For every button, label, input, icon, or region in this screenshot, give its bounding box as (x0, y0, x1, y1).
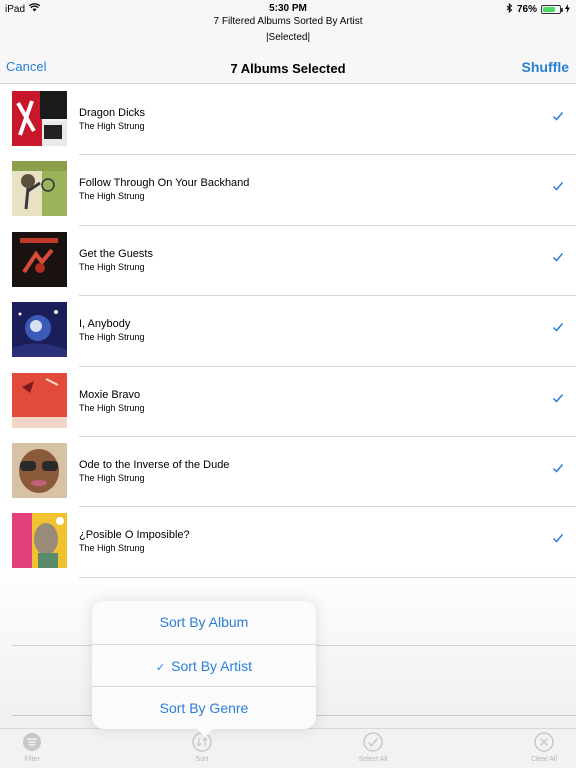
album-art (12, 513, 67, 569)
album-art (12, 231, 67, 287)
album-artist: The High Strung (79, 261, 145, 272)
charging-icon (565, 3, 570, 16)
album-row[interactable]: Moxie Bravo The High Strung (0, 367, 576, 438)
checkmark-icon (552, 321, 564, 333)
album-title: ¿Posible O Imposible? (79, 529, 190, 542)
status-right: 76% (506, 2, 570, 16)
album-artist: The High Strung (79, 191, 145, 202)
shuffle-button[interactable]: Shuffle (522, 59, 569, 75)
tab-select-all[interactable]: Select All (343, 732, 403, 763)
status-time: 5:30 PM (269, 3, 307, 14)
album-row[interactable]: Dragon Dicks The High Strung (0, 85, 576, 156)
album-artist: The High Strung (79, 402, 145, 413)
tab-label: Select All (358, 756, 388, 763)
sort-popover: Sort By Album ✓ Sort By Artist Sort By Ge… (92, 601, 316, 729)
sort-by-genre-option[interactable]: Sort By Genre (92, 686, 316, 729)
tab-label: Filter (24, 756, 40, 763)
album-row[interactable]: ¿Posible O Imposible? The High Strung (0, 507, 576, 579)
album-title: Get the Guests (79, 247, 153, 260)
album-title: Ode to the Inverse of the Dude (79, 458, 230, 471)
battery-fill (543, 7, 556, 12)
album-title: Dragon Dicks (79, 107, 146, 119)
album-artist: The High Strung (79, 121, 145, 131)
checkmark-icon (552, 110, 564, 122)
battery-percent: 76% (516, 4, 537, 15)
checkmark-circle-icon (363, 732, 383, 752)
album-art (12, 161, 67, 217)
album-list: Dragon Dicks The High Strung Follow Thro… (0, 85, 576, 579)
page-title: 7 Albums Selected (230, 61, 346, 76)
album-art (12, 442, 67, 498)
album-row[interactable]: I, Anybody The High Strung (0, 296, 576, 367)
filter-icon (23, 733, 41, 751)
album-art (12, 302, 67, 358)
album-artist: The High Strung (79, 332, 145, 343)
album-artist: The High Strung (79, 543, 145, 554)
option-label: Sort By Album (159, 614, 249, 630)
x-circle-icon (534, 732, 554, 752)
album-title: I, Anybody (79, 318, 131, 331)
bluetooth-icon (506, 2, 513, 16)
battery-icon (541, 5, 563, 14)
album-title: Follow Through On Your Backhand (79, 177, 250, 190)
checkmark-icon (552, 180, 564, 192)
tab-clear-all[interactable]: Clear All (514, 732, 574, 763)
bottom-toolbar: Filter Sort Select All Clear All (0, 728, 576, 768)
album-row[interactable]: Get the Guests The High Strung (0, 226, 576, 297)
selection-mode-label: |Selected| (265, 32, 311, 43)
album-artist: The High Strung (79, 472, 145, 483)
album-title: Moxie Bravo (79, 388, 141, 401)
status-bar: iPad 5:30 PM 76% (0, 0, 576, 16)
album-row[interactable]: Ode to the Inverse of the Dude The High … (0, 437, 576, 508)
option-label: Sort By Artist (171, 657, 253, 674)
checkmark-icon (552, 532, 564, 544)
option-label: Sort By Genre (159, 700, 249, 717)
tab-filter[interactable]: Filter (2, 732, 62, 763)
album-row[interactable]: Follow Through On Your Backhand The High… (0, 155, 576, 227)
album-art (12, 372, 67, 428)
album-art (12, 91, 67, 146)
tab-label: Clear All (530, 756, 558, 763)
checkmark-icon (552, 462, 564, 474)
checkmark-icon (552, 251, 564, 263)
tab-label: Sort (195, 756, 209, 763)
sort-by-album-option[interactable]: Sort By Album (92, 601, 316, 644)
checkmark-icon (552, 392, 564, 404)
selected-check-icon: ✓ (155, 661, 166, 674)
popover-arrow (195, 727, 215, 737)
sort-by-artist-option[interactable]: ✓ Sort By Artist (92, 643, 316, 687)
filter-summary: 7 Filtered Albums Sorted By Artist (213, 16, 363, 27)
navigation-header: 7 Filtered Albums Sorted By Artist |Sele… (0, 16, 576, 84)
